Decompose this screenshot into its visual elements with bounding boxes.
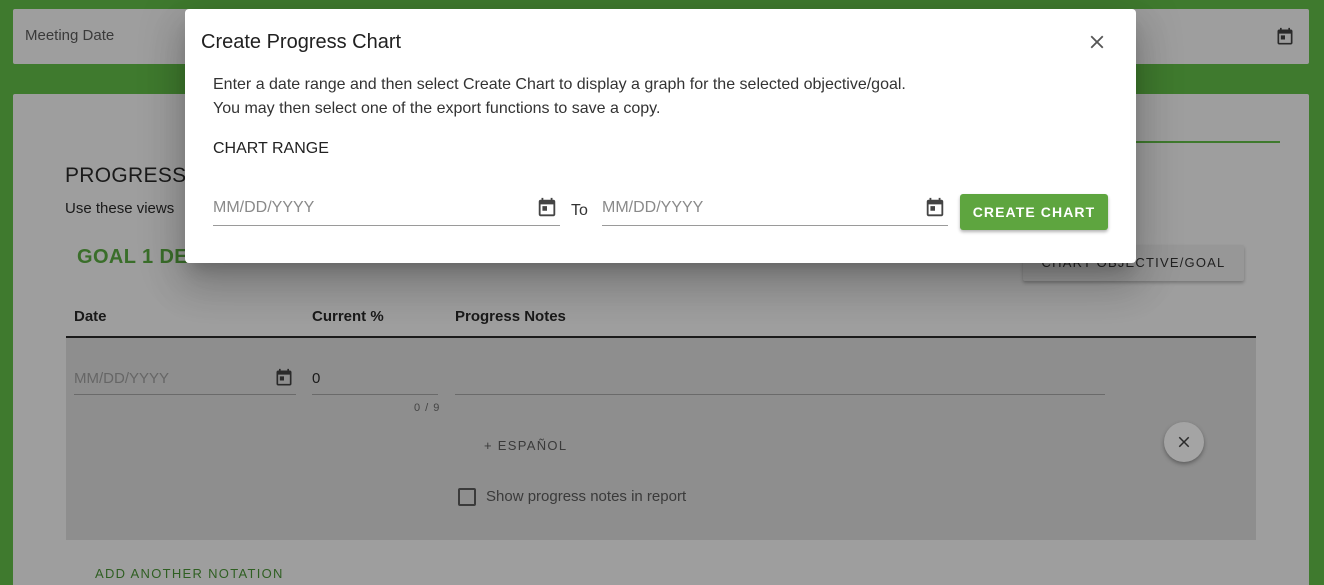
character-counter: 0 / 9 — [414, 402, 441, 414]
calendar-icon[interactable] — [1275, 27, 1295, 47]
dialog-close-button[interactable] — [1083, 30, 1111, 54]
from-date-input[interactable] — [213, 199, 513, 217]
row-progress-notes-field[interactable] — [455, 362, 1105, 395]
show-notes-checkbox[interactable] — [458, 488, 476, 506]
to-label: To — [571, 202, 588, 219]
from-date-field — [213, 194, 560, 226]
row-date-placeholder: MM/DD/YYYY — [74, 370, 170, 387]
row-current-percent-value: 0 — [312, 370, 321, 387]
row-date-field[interactable]: MM/DD/YYYY — [74, 362, 296, 395]
meeting-date-label: Meeting Date — [25, 27, 115, 44]
table-row: MM/DD/YYYY 0 0 / 9 + ESPAÑOL Show progre… — [66, 338, 1256, 540]
dialog-title: Create Progress Chart — [201, 31, 402, 53]
create-progress-chart-dialog: Create Progress Chart Enter a date range… — [185, 9, 1136, 263]
to-date-field — [602, 194, 948, 226]
tab-indicator — [1133, 141, 1280, 143]
column-header-notes: Progress Notes — [455, 308, 566, 325]
remove-row-button[interactable] — [1164, 422, 1204, 462]
calendar-icon[interactable] — [924, 197, 946, 219]
chart-range-label: CHART RANGE — [213, 140, 329, 157]
calendar-icon[interactable] — [536, 197, 558, 219]
dialog-instructions-line2: You may then select one of the export fu… — [213, 100, 661, 117]
row-current-percent-field[interactable]: 0 — [312, 362, 438, 395]
progress-section-title: PROGRESS I — [65, 164, 199, 187]
create-chart-button[interactable]: CREATE CHART — [960, 194, 1108, 230]
column-header-date: Date — [74, 308, 107, 325]
add-espanol-button[interactable]: + ESPAÑOL — [484, 438, 567, 453]
progress-section-subtitle: Use these views — [65, 200, 175, 217]
close-icon — [1090, 35, 1104, 49]
add-another-notation-button[interactable]: ADD ANOTHER NOTATION — [95, 566, 284, 581]
show-notes-label: Show progress notes in report — [486, 488, 687, 505]
calendar-icon[interactable] — [274, 368, 294, 388]
to-date-input[interactable] — [602, 199, 902, 217]
dialog-instructions-line1: Enter a date range and then select Creat… — [213, 76, 906, 93]
close-icon — [1178, 436, 1190, 448]
column-header-current: Current % — [312, 308, 384, 325]
